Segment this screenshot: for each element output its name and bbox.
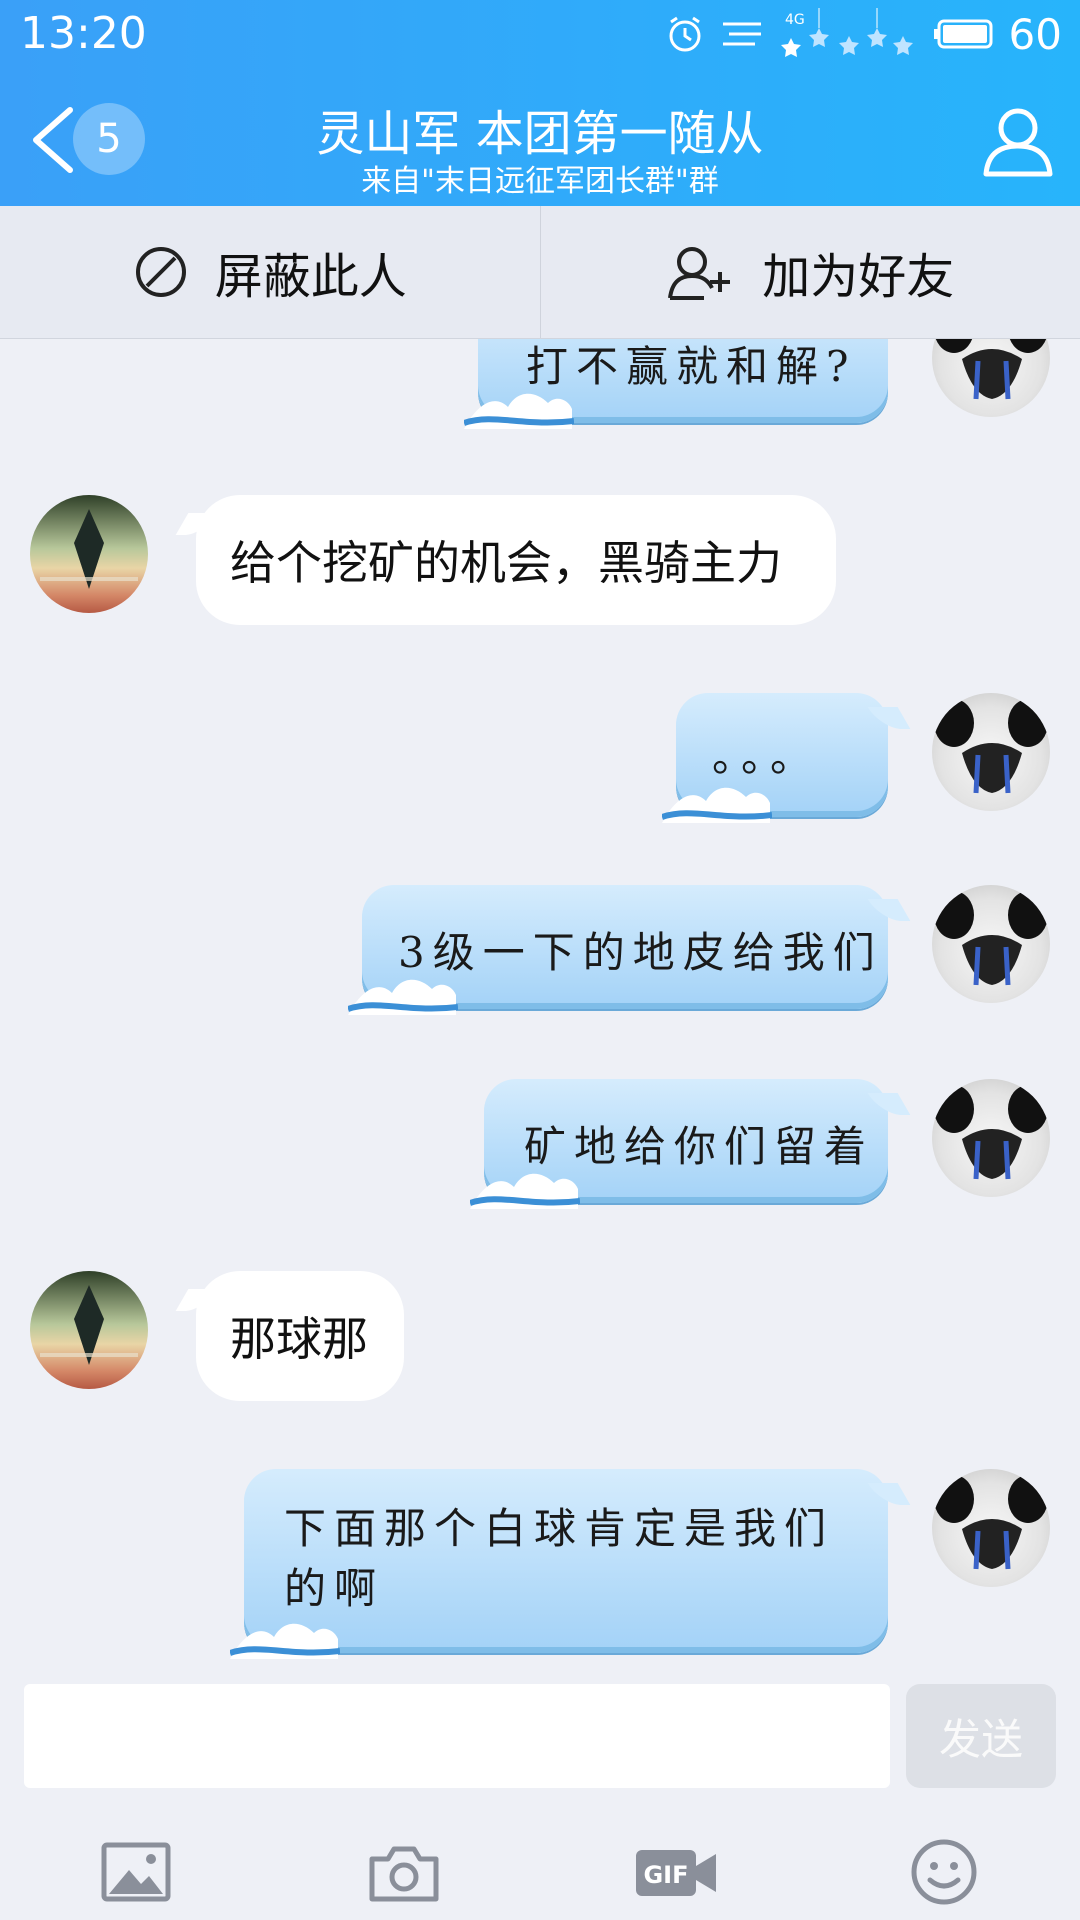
emoji-icon — [911, 1839, 977, 1905]
message-bubble-left[interactable]: 那球那 — [196, 1271, 404, 1401]
svg-text:GIF: GIF — [643, 1861, 688, 1889]
block-user-button[interactable]: 屏蔽此人 — [0, 206, 540, 338]
my-avatar[interactable] — [932, 693, 1050, 811]
data-saver-icon — [722, 22, 761, 46]
my-avatar[interactable] — [932, 339, 1050, 417]
emoji-button[interactable] — [904, 1832, 984, 1912]
panda-face-icon — [934, 699, 1048, 794]
panda-face-icon — [934, 891, 1048, 986]
diamond-logo-icon — [40, 1285, 138, 1365]
profile-icon[interactable] — [978, 100, 1058, 180]
diamond-logo-icon — [40, 509, 138, 589]
gif-icon: GIF — [636, 1850, 716, 1896]
panda-face-icon — [935, 339, 1047, 400]
send-button[interactable]: 发送 — [906, 1684, 1056, 1788]
image-icon — [101, 1842, 171, 1902]
message-text: 下面那个白球肯定是我们的啊 — [284, 1504, 835, 1613]
block-icon — [135, 247, 186, 297]
message-text: 打不赢就和解? — [526, 342, 857, 391]
image-button[interactable] — [96, 1832, 176, 1912]
wave-decoration — [348, 979, 458, 1015]
message-text: 给个挖矿的机会，黑骑主力 — [230, 536, 782, 590]
chat-header: 13:20 4G 60 5 灵山军 本团第一随从 来自"末日远征军团长群"群 — [0, 0, 1080, 206]
sender-avatar[interactable] — [30, 1271, 148, 1389]
message-input[interactable] — [24, 1684, 890, 1788]
status-icons: 4G 60 — [665, 8, 1062, 60]
chat-title: 灵山军 本团第一随从 — [316, 106, 764, 162]
battery-level: 60 — [1008, 9, 1062, 59]
message-bubble-right[interactable]: 下面那个白球肯定是我们的啊 — [230, 1469, 888, 1659]
message-bubble-right[interactable]: 矿地给你们留着 — [470, 1079, 888, 1209]
block-user-label: 屏蔽此人 — [214, 249, 407, 305]
add-friend-label: 加为好友 — [762, 249, 955, 305]
message-text: 3级一下的地皮给我们 — [398, 928, 883, 977]
message-list[interactable]: 打不赢就和解? 给个挖矿的机会，黑骑主力 。。。 3级一下的地皮给我们 矿地给你… — [0, 339, 1080, 1672]
wave-decoration — [662, 787, 772, 823]
message-bubble-right[interactable]: 。。。 — [662, 693, 888, 823]
my-avatar[interactable] — [932, 1469, 1050, 1587]
add-friend-icon — [668, 247, 731, 300]
panda-face-icon — [934, 1475, 1048, 1570]
add-friend-button[interactable]: 加为好友 — [539, 206, 1080, 338]
sender-avatar[interactable] — [30, 495, 148, 613]
message-bubble-right[interactable]: 打不赢就和解? — [464, 339, 888, 429]
battery-icon — [933, 19, 993, 49]
input-area: 发送 GIF — [0, 1672, 1080, 1920]
message-bubble-left[interactable]: 给个挖矿的机会，黑骑主力 — [196, 495, 836, 625]
gif-button[interactable]: GIF — [632, 1832, 722, 1912]
chat-subtitle: 来自"末日远征军团长群"群 — [361, 164, 719, 199]
wave-decoration — [470, 1173, 580, 1209]
message-text: 那球那 — [230, 1312, 368, 1366]
camera-button[interactable] — [364, 1832, 444, 1912]
status-time: 13:20 — [20, 8, 147, 59]
stranger-action-bar: 屏蔽此人 加为好友 — [0, 206, 1080, 339]
signal-stars-icon: 4G — [780, 8, 913, 57]
wave-decoration — [230, 1623, 340, 1659]
alarm-icon — [669, 16, 701, 52]
message-bubble-right[interactable]: 3级一下的地皮给我们 — [348, 885, 888, 1015]
panda-face-icon — [934, 1085, 1048, 1180]
my-avatar[interactable] — [932, 885, 1050, 1003]
wave-decoration — [464, 393, 574, 429]
my-avatar[interactable] — [932, 1079, 1050, 1197]
network-label: 4G — [785, 12, 805, 28]
camera-icon — [369, 1846, 439, 1902]
